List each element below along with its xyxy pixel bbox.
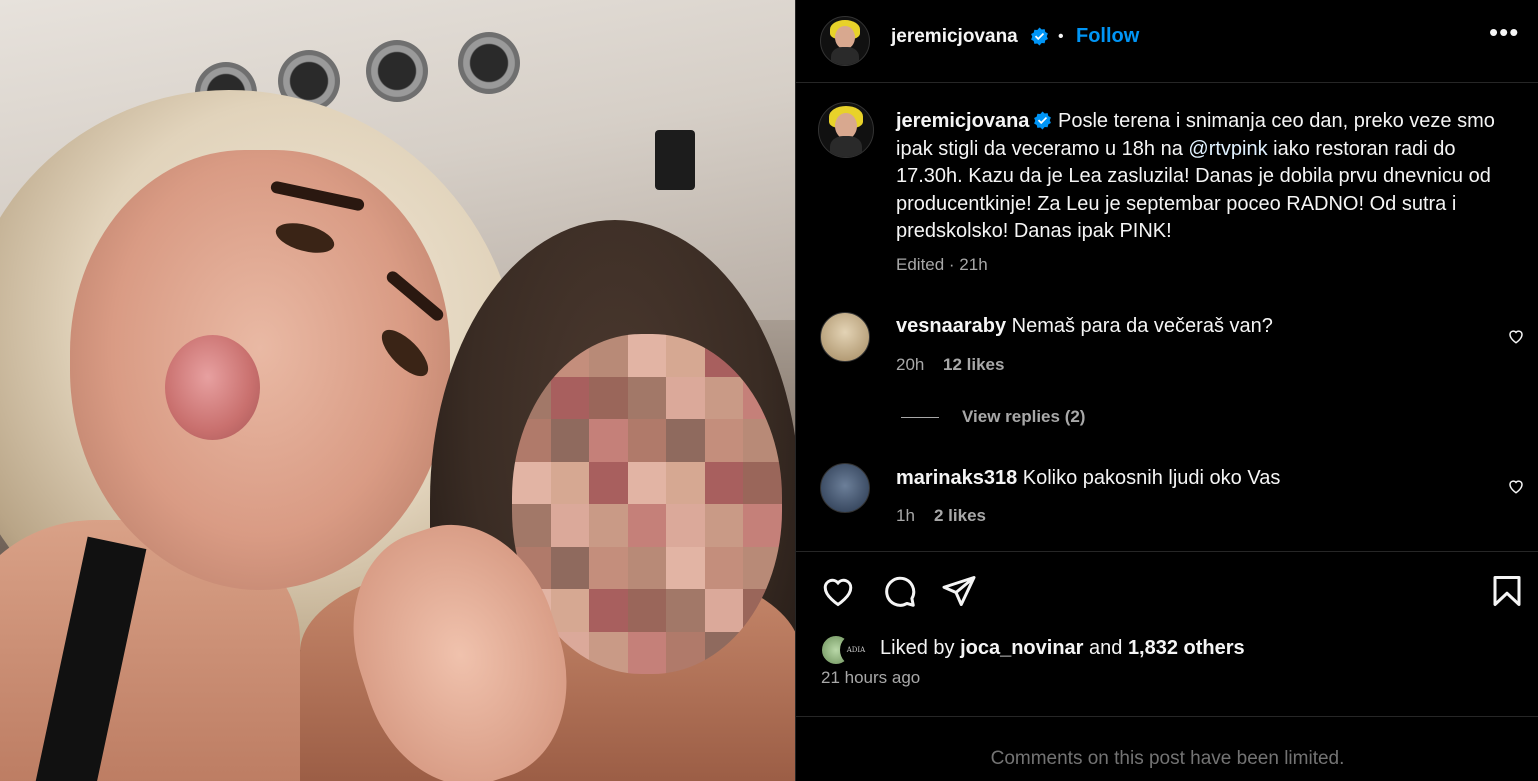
comment: marinaks318 Koliko pakosnih ljudi oko Va… [896,467,1280,490]
more-icon[interactable]: ••• [1489,19,1518,47]
pixel-tile [512,461,551,504]
pixel-tile [704,376,744,419]
pixel-tile [550,419,590,462]
caption-mention[interactable]: @rtvpink [1188,138,1267,160]
author-username[interactable]: jeremicjovana [891,26,1018,48]
pixel-tile [743,504,782,547]
pixel-tile [627,461,667,504]
ceiling-vent [366,40,428,102]
share-icon[interactable] [941,573,977,609]
comment-icon[interactable] [881,573,917,609]
pixel-tile [589,504,628,547]
pixel-tile [589,589,628,632]
pixel-tile [627,589,667,632]
pixel-tile [550,504,590,547]
comment-time: 1h [896,506,915,525]
pixel-tile [666,589,705,632]
pixel-tile [627,504,667,547]
liked-by-middle: and [1083,637,1128,659]
photo-face [70,150,450,590]
author-avatar[interactable] [820,16,870,66]
pixel-tile [704,546,744,589]
pixel-tile [666,376,705,419]
liked-by-user[interactable]: joca_novinar [960,637,1083,659]
actions-divider [796,551,1538,552]
view-replies-line [901,417,939,418]
pixel-tile [550,589,590,632]
pixel-tile [627,419,667,462]
pixel-tile [589,461,628,504]
comment-username[interactable]: marinaks318 [896,467,1017,489]
post-side-panel: jeremicjovana • Follow ••• jeremicjovana… [795,0,1538,781]
comment-username[interactable]: vesnaaraby [896,315,1006,337]
caption-username[interactable]: jeremicjovana [896,110,1029,132]
liked-by-prefix: Liked by [880,637,961,659]
pixel-tile [704,589,744,632]
post-timestamp[interactable]: 21 hours ago [821,668,920,688]
photo-lips [165,335,260,440]
comment-heart-icon[interactable] [1507,327,1525,345]
comment-text: Koliko pakosnih ljudi oko Vas [1022,467,1281,489]
pixel-tile [550,461,590,504]
pixel-tile [550,376,590,419]
pixel-tile [550,546,590,589]
pixel-tile [589,376,628,419]
pixel-tile [666,419,705,462]
liked-by: Liked by joca_novinar and 1,832 others [880,637,1245,660]
ceiling-vent [458,32,520,94]
pixel-tile [512,504,551,547]
separator-dot: • [1058,28,1064,45]
pixel-tile [666,504,705,547]
pixel-tile [704,504,744,547]
comment-avatar[interactable] [820,312,870,362]
heart-icon[interactable] [820,573,856,609]
save-icon[interactable] [1489,573,1525,609]
pixel-tile [743,461,782,504]
verified-icon [1031,27,1048,46]
pixel-tile [589,419,628,462]
comment-time: 20h [896,355,925,374]
footer-divider [796,716,1538,717]
post-photo[interactable] [0,0,795,781]
caption-edited-time: Edited · 21h [896,255,988,274]
pixel-tile [627,546,667,589]
pixel-tile [589,546,628,589]
pixel-tile [704,461,744,504]
liked-by-others[interactable]: 1,832 others [1128,637,1245,659]
comment-text: Nemaš para da večeraš van? [1011,315,1273,337]
pixel-tile [666,546,705,589]
pixel-tile [627,631,667,674]
post-caption: jeremicjovana Posle terena i snimanja ce… [896,108,1496,246]
view-replies-button[interactable]: View replies (2) [962,407,1085,427]
comment-likes[interactable]: 2 likes [934,506,986,526]
caption-avatar[interactable] [818,102,874,158]
wall-speaker [655,130,695,190]
pixel-tile [666,461,705,504]
comment-heart-icon[interactable] [1507,477,1525,495]
pixel-tile [627,376,667,419]
comment-likes[interactable]: 12 likes [943,355,1004,375]
comment-avatar[interactable] [820,463,870,513]
pixel-tile [704,419,744,462]
post-header: jeremicjovana • Follow ••• [796,0,1538,83]
follow-button[interactable]: Follow [1076,25,1139,48]
comments-limited-notice: Comments on this post have been limited. [990,748,1345,769]
liker-avatar[interactable]: ADIA [840,634,872,666]
pixel-tile [627,334,667,377]
comment: vesnaaraby Nemaš para da večeraš van? [896,315,1273,338]
verified-icon [1034,111,1052,130]
